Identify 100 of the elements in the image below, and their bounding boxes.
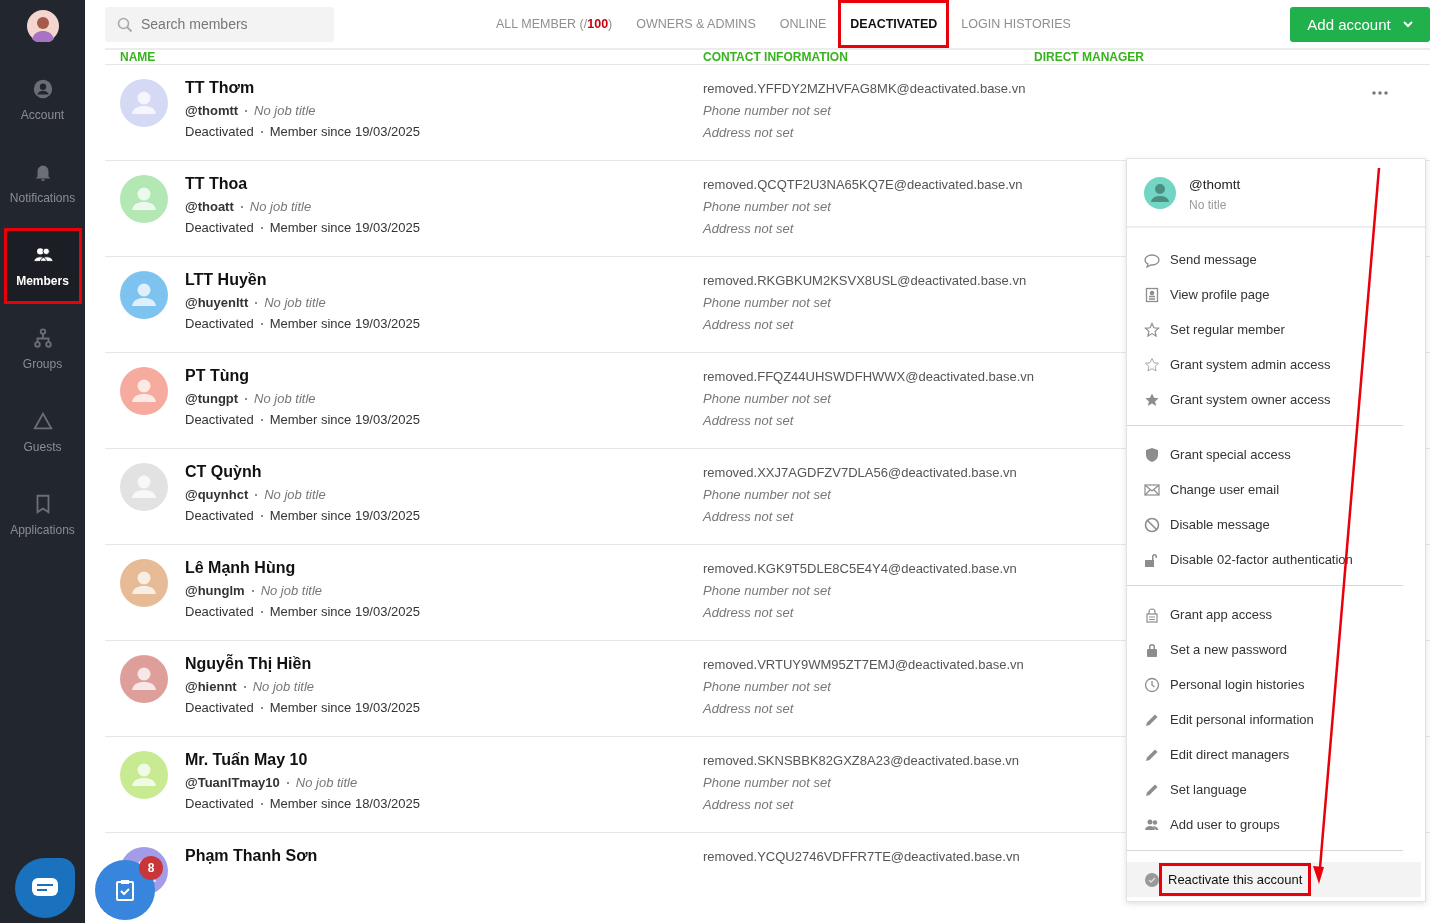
member-email: removed.QCQTF2U3NA65KQ7E@deactivated.base.vn	[703, 177, 1023, 192]
job-title: No job title	[249, 199, 312, 214]
menu-item[interactable]: Set language	[1127, 772, 1403, 807]
member-email: removed.KGK9T5DLE8C5E4Y4@deactivated.base.vn	[703, 561, 1017, 576]
column-header: DIRECT MANAGER	[1034, 50, 1145, 64]
member-since: Member since 19/03/2025	[269, 604, 420, 619]
member-email: removed.FFQZ44UHSWDFHWWX@deactivated.base.vn	[703, 369, 1035, 384]
menu-item[interactable]: Change user email	[1127, 472, 1403, 507]
menu-item[interactable]: Reactivate this account	[1127, 862, 1421, 897]
member-since: Member since 18/03/2025	[269, 796, 420, 811]
member-status: Deactivated	[185, 700, 254, 715]
member-status: Deactivated	[185, 124, 254, 139]
clock-icon	[1144, 676, 1160, 693]
menu-item[interactable]: Personal login histories	[1127, 667, 1403, 702]
member-address: Address not set	[703, 701, 795, 716]
member-email: removed.SKNSBBK82GXZ8A23@deactivated.base.vn	[703, 753, 1019, 768]
menu-item[interactable]: Send message	[1127, 242, 1403, 277]
member-phone: Phone number not set	[703, 679, 833, 694]
member-since: Member since 19/03/2025	[269, 220, 420, 235]
member-address: Address not set	[703, 605, 795, 620]
member-handle: @TuanITmay10	[185, 775, 280, 790]
member-phone: Phone number not set	[703, 487, 833, 502]
menu-item[interactable]: Add user to groups	[1127, 807, 1403, 842]
member-name: Phạm Thanh Sơn	[185, 847, 318, 865]
tab[interactable]: ALL MEMBER (/100)	[484, 0, 625, 48]
job-title: No job title	[264, 295, 326, 310]
sidebar-item[interactable]: Applications	[3, 477, 82, 553]
search-icon	[117, 16, 133, 33]
member-phone: Phone number not set	[703, 199, 833, 214]
sidebar-item[interactable]: Members	[3, 228, 82, 304]
tab[interactable]: DEACTIVATED	[838, 0, 950, 48]
check-circle-icon	[1144, 871, 1160, 888]
menu-item[interactable]: Grant system owner access	[1127, 382, 1403, 417]
member-phone: Phone number not set	[703, 391, 833, 406]
menu-item[interactable]: Disable message	[1127, 507, 1403, 542]
sidebar-item[interactable]: Notifications	[3, 145, 82, 221]
member-address: Address not set	[703, 221, 795, 236]
member-status: Deactivated	[185, 604, 254, 619]
job-title: No job title	[295, 775, 358, 790]
member-address: Address not set	[703, 797, 795, 812]
padlock-icon	[1144, 606, 1160, 623]
job-title: No job title	[252, 679, 315, 694]
member-email: removed.RKGBKUM2KSVX8USL@deactivated.base.vn	[703, 273, 1027, 288]
job-title: No job title	[254, 103, 316, 118]
unlocked-padlock-icon	[1144, 551, 1160, 568]
member-phone: Phone number not set	[703, 295, 833, 310]
job-title: No job title	[264, 487, 326, 502]
member-handle: @thomtt	[185, 103, 239, 118]
member-status: Deactivated	[185, 796, 254, 811]
menu-item[interactable]: Edit personal information	[1127, 702, 1403, 737]
member-phone: Phone number not set	[703, 583, 833, 598]
member-name: TT Thơm	[185, 79, 256, 97]
tasks-button[interactable]	[95, 860, 155, 920]
member-handle: @tungpt	[185, 391, 239, 406]
menu-item[interactable]: Grant system admin access	[1127, 347, 1403, 382]
job-title: No job title	[254, 391, 316, 406]
member-email: removed.YCQU2746VDFFR7TE@deactivated.base.vn	[703, 849, 1020, 864]
member-name: Nguyễn Thị Hiền	[185, 655, 313, 673]
member-email: removed.YFFDY2MZHVFAG8MK@deactivated.base.vn	[703, 81, 1026, 96]
member-handle: @huyenltt	[185, 295, 249, 310]
member-handle: @hiennt	[185, 679, 237, 694]
search-field[interactable]: Search members	[105, 6, 334, 42]
member-since: Member since 19/03/2025	[269, 508, 420, 523]
menu-item[interactable]: View profile page	[1127, 277, 1403, 312]
sidebar-item[interactable]: Groups	[3, 311, 82, 387]
member-phone: Phone number not set	[703, 775, 833, 790]
speech-bubble-icon	[1144, 251, 1160, 268]
star-outline-icon	[1144, 356, 1160, 373]
member-name: CT Quỳnh	[185, 463, 263, 481]
menu-item[interactable]: Set a new password	[1127, 632, 1403, 667]
member-address: Address not set	[703, 413, 795, 428]
member-phone: Phone number not set	[703, 103, 833, 118]
member-since: Member since 19/03/2025	[269, 700, 420, 715]
menu-item[interactable]: Edit direct managers	[1127, 737, 1403, 772]
member-since: Member since 19/03/2025	[269, 316, 420, 331]
clipboard-check-icon	[115, 879, 135, 901]
sidebar-item[interactable]: Guests	[3, 394, 82, 470]
member-email: removed.VRTUY9WM95ZT7EMJ@deactivated.base.vn	[703, 657, 1024, 672]
member-status: Deactivated	[185, 412, 254, 427]
menu-item[interactable]: Set regular member	[1127, 312, 1403, 347]
profile-card-icon	[1144, 286, 1160, 303]
menu-item[interactable]: Grant app access	[1127, 597, 1403, 632]
caret-icon	[1402, 20, 1413, 28]
chat-icon	[32, 878, 58, 898]
member-name: TT Thoa	[185, 175, 249, 193]
more-icon[interactable]	[1372, 91, 1388, 95]
account-icon	[31, 78, 54, 100]
member-since: Member since 19/03/2025	[269, 124, 420, 139]
menu-subtitle: No title	[1189, 198, 1228, 212]
sidebar-item[interactable]: Account	[3, 62, 82, 138]
envelope-icon	[1144, 481, 1160, 498]
user-avatar[interactable]	[26, 10, 59, 42]
member-status: Deactivated	[185, 316, 254, 331]
member-since: Member since 19/03/2025	[269, 412, 420, 427]
shield-icon	[1144, 446, 1160, 463]
member-status: Deactivated	[185, 508, 254, 523]
member-handle: @thoatt	[185, 199, 234, 214]
menu-item[interactable]: Grant special access	[1127, 437, 1403, 472]
hierarchy-icon	[31, 327, 54, 349]
member-name: LTT Huyền	[185, 271, 268, 289]
